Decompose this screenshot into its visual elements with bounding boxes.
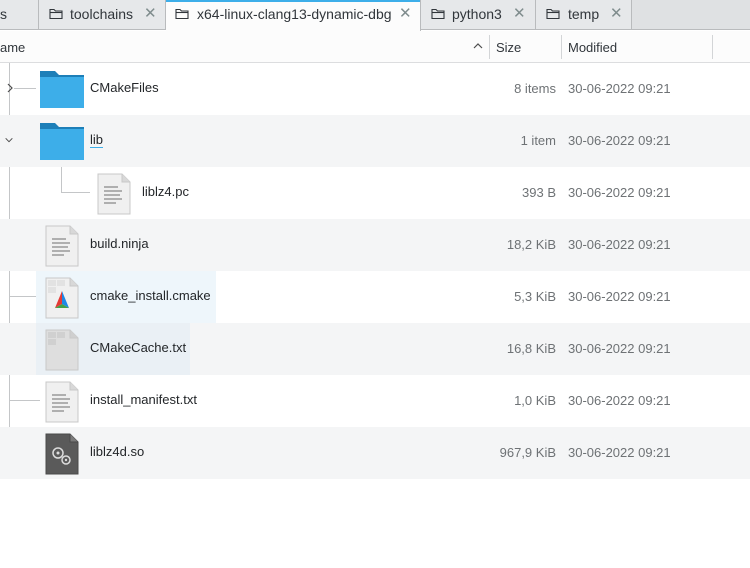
file-name[interactable]: CMakeFiles bbox=[90, 80, 159, 95]
column-header-size[interactable]: Size bbox=[490, 31, 561, 63]
column-header-size-label: Size bbox=[496, 40, 522, 55]
tab-label: toolchains bbox=[70, 6, 134, 22]
folder-icon bbox=[40, 71, 84, 108]
chevron-right-icon[interactable] bbox=[5, 82, 15, 94]
column-separator[interactable] bbox=[712, 35, 713, 59]
file-name[interactable]: build.ninja bbox=[90, 236, 149, 251]
tab-toolchains[interactable]: toolchains ✕ bbox=[39, 0, 166, 29]
folder-icon bbox=[40, 123, 84, 160]
file-name[interactable]: liblz4.pc bbox=[142, 184, 189, 199]
close-icon[interactable]: ✕ bbox=[513, 5, 526, 23]
file-row-cmake-install[interactable]: cmake_install.cmake 5,3 KiB 30-06-2022 0… bbox=[0, 271, 750, 323]
tab-temp[interactable]: temp ✕ bbox=[536, 0, 632, 29]
file-row-liblz4d-so[interactable]: liblz4d.so 967,9 KiB 30-06-2022 09:21 bbox=[0, 427, 750, 479]
file-name[interactable]: install_manifest.txt bbox=[90, 392, 197, 407]
close-icon[interactable]: ✕ bbox=[144, 5, 157, 23]
column-header-name[interactable]: ame bbox=[0, 31, 489, 63]
file-size: 1 item bbox=[520, 133, 556, 148]
cmake-file-icon bbox=[45, 277, 79, 319]
tab-label: temp bbox=[568, 6, 600, 22]
tab-label: python3 bbox=[452, 6, 502, 22]
file-row-liblz4-pc[interactable]: liblz4.pc 393 B 30-06-2022 09:21 bbox=[0, 167, 750, 219]
tab-label: s bbox=[0, 6, 7, 22]
file-row-lib[interactable]: lib 1 item 30-06-2022 09:21 bbox=[0, 115, 750, 167]
folder-tab-icon bbox=[546, 8, 560, 20]
sort-ascending-icon bbox=[473, 43, 483, 49]
text-file-icon bbox=[45, 329, 79, 371]
file-modified: 30-06-2022 09:21 bbox=[568, 81, 671, 96]
file-modified: 30-06-2022 09:21 bbox=[568, 185, 671, 200]
tab-s[interactable]: s bbox=[0, 0, 39, 29]
folder-tab-icon bbox=[175, 8, 189, 20]
file-size: 16,8 KiB bbox=[506, 341, 556, 356]
text-file-icon bbox=[45, 381, 79, 423]
file-modified: 30-06-2022 09:21 bbox=[568, 133, 671, 148]
empty-list-area[interactable] bbox=[0, 479, 750, 568]
file-name[interactable]: liblz4d.so bbox=[90, 444, 144, 459]
file-size: 8 items bbox=[514, 81, 556, 96]
folder-tab-icon bbox=[49, 8, 63, 20]
close-icon[interactable]: ✕ bbox=[399, 5, 412, 23]
file-modified: 30-06-2022 09:21 bbox=[568, 237, 671, 252]
column-header-name-label: ame bbox=[0, 40, 26, 55]
shared-library-icon bbox=[45, 433, 79, 475]
file-name[interactable]: cmake_install.cmake bbox=[90, 288, 211, 303]
file-modified: 30-06-2022 09:21 bbox=[568, 289, 671, 304]
tab-bar: s toolchains ✕ x64-linux-clang13-dynamic… bbox=[0, 0, 750, 31]
file-size: 967,9 KiB bbox=[499, 445, 556, 460]
file-row-cmakefiles[interactable]: CMakeFiles 8 items 30-06-2022 09:21 bbox=[0, 63, 750, 115]
column-header-modified-label: Modified bbox=[568, 40, 618, 55]
file-row-install-manifest[interactable]: install_manifest.txt 1,0 KiB 30-06-2022 … bbox=[0, 375, 750, 427]
close-icon[interactable]: ✕ bbox=[610, 5, 623, 23]
folder-tab-icon bbox=[431, 8, 445, 20]
file-modified: 30-06-2022 09:21 bbox=[568, 393, 671, 408]
text-file-icon bbox=[97, 173, 131, 215]
column-header-modified[interactable]: Modified bbox=[562, 31, 712, 63]
file-size: 1,0 KiB bbox=[514, 393, 556, 408]
file-name[interactable]: lib bbox=[90, 132, 104, 148]
file-size: 18,2 KiB bbox=[506, 237, 556, 252]
text-file-icon bbox=[45, 225, 79, 267]
file-modified: 30-06-2022 09:21 bbox=[568, 341, 671, 356]
file-size: 393 B bbox=[522, 185, 556, 200]
column-header: ame Size Modified bbox=[0, 31, 750, 63]
tab-x64-linux-clang13-dynamic-dbg[interactable]: x64-linux-clang13-dynamic-dbg ✕ bbox=[166, 0, 421, 31]
file-size: 5,3 KiB bbox=[514, 289, 556, 304]
tab-python3[interactable]: python3 ✕ bbox=[421, 0, 536, 29]
file-name[interactable]: CMakeCache.txt bbox=[90, 340, 186, 355]
file-row-cmakecache[interactable]: CMakeCache.txt 16,8 KiB 30-06-2022 09:21 bbox=[0, 323, 750, 375]
file-row-build-ninja[interactable]: build.ninja 18,2 KiB 30-06-2022 09:21 bbox=[0, 219, 750, 271]
chevron-down-icon[interactable] bbox=[4, 134, 14, 146]
tab-label: x64-linux-clang13-dynamic-dbg bbox=[197, 6, 392, 22]
file-modified: 30-06-2022 09:21 bbox=[568, 445, 671, 460]
